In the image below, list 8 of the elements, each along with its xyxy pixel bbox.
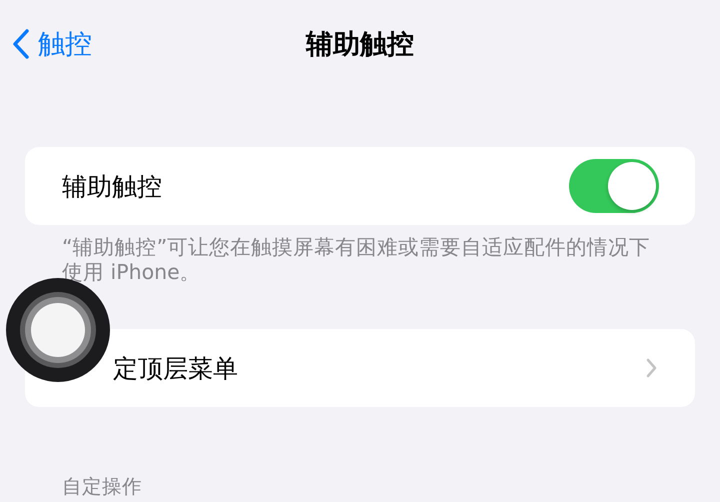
section-header: 自定操作 [62,475,142,498]
setting-label: 辅助触控 [62,170,162,202]
back-button[interactable]: 触控 [12,26,92,62]
toggle-switch[interactable] [569,159,659,213]
menu-label[interactable]: 定顶层菜单 [113,352,238,384]
page-title: 辅助触控 [306,28,414,62]
chevron-left-icon [12,29,30,59]
chevron-right-icon [646,358,657,378]
